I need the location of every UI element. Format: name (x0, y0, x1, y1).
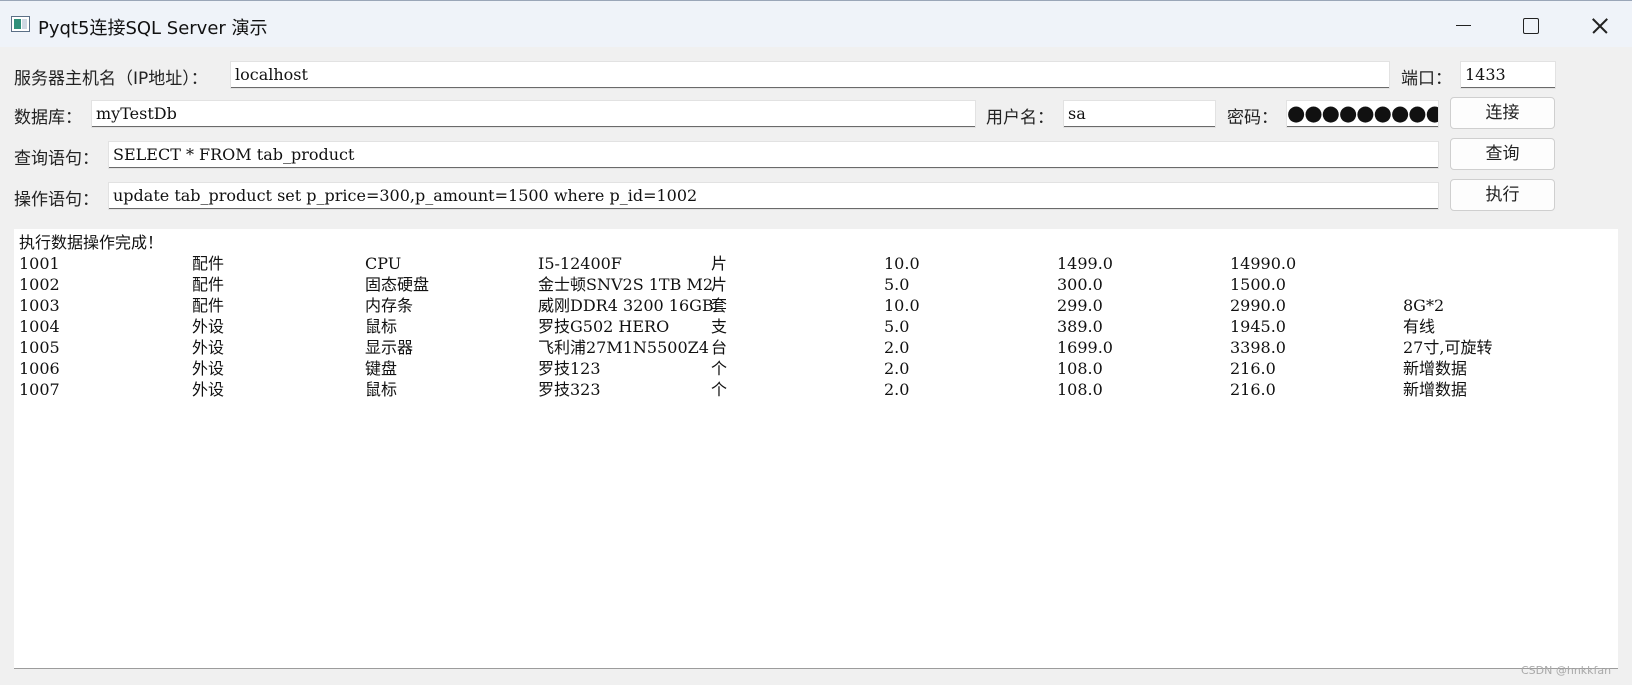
result-cell: 108.0 (1057, 359, 1103, 378)
result-cell: 1006 (19, 359, 60, 378)
result-row: 1003 配件 内存条 威刚DDR4 3200 16GB 套 10.0 299.0 2990.… (19, 295, 1618, 316)
result-cell: 2.0 (884, 380, 910, 399)
result-cell: 台 (711, 338, 728, 357)
result-cell: 1002 (19, 275, 60, 294)
query-input[interactable]: SELECT * FROM tab_product (109, 142, 1438, 168)
result-cell: 2.0 (884, 338, 910, 357)
database-label: 数据库： (14, 108, 82, 128)
result-cell: 1007 (19, 380, 60, 399)
result-row: 1006 外设 键盘 罗技123 个 2.0 108.0 216.0 新增数据 (19, 358, 1618, 379)
port-label: 端口： (1401, 69, 1452, 89)
window-title: Pyqt5连接SQL Server 演示 (38, 18, 268, 39)
result-cell: CPU (365, 254, 402, 273)
result-row: 1002 配件 固态硬盘 金士顿SNV2S 1TB M2 片 5.0 300.0 1500.0 (19, 274, 1618, 295)
result-cell: 罗技G502 HERO (538, 317, 670, 336)
result-row: 1005 外设 显示器 飞利浦27M1N5500Z4 台 2.0 1699.0 3398.0 2… (19, 337, 1618, 358)
result-cell: 有线 (1403, 317, 1436, 336)
result-cell: 1699.0 (1057, 338, 1113, 357)
result-cell: 罗技323 (538, 380, 601, 399)
result-cell: 1005 (19, 338, 60, 357)
result-cell: 300.0 (1057, 275, 1103, 294)
result-cell: 固态硬盘 (365, 275, 430, 294)
minimize-icon[interactable] (1430, 1, 1496, 48)
result-cell: 个 (711, 380, 728, 399)
result-cell: 10.0 (884, 296, 920, 315)
app-icon (11, 16, 30, 32)
result-cell: 内存条 (365, 296, 414, 315)
result-cell: 216.0 (1230, 380, 1276, 399)
result-row: 1001 配件 CPU I5-12400F 片 10.0 1499.0 14990.0 (19, 253, 1618, 274)
result-cell: 1004 (19, 317, 60, 336)
result-cell: 2.0 (884, 359, 910, 378)
result-cell: 216.0 (1230, 359, 1276, 378)
result-cell: 金士顿SNV2S 1TB M2 (538, 275, 714, 294)
app-window: Pyqt5连接SQL Server 演示 服务器主机名（IP地址）： local… (0, 0, 1632, 685)
result-cell: 配件 (192, 296, 225, 315)
result-cell: 5.0 (884, 317, 910, 336)
exec-input[interactable]: update tab_product set p_price=300,p_amo… (109, 183, 1438, 209)
result-cell: 新增数据 (1403, 359, 1468, 378)
execute-button[interactable]: 执行 (1450, 179, 1555, 211)
status-message: 执行数据操作完成！ (19, 233, 164, 252)
result-cell: 外设 (192, 317, 225, 336)
result-cell: 389.0 (1057, 317, 1103, 336)
host-input[interactable]: localhost (231, 62, 1389, 88)
close-icon[interactable] (1566, 1, 1632, 48)
result-cell: 1499.0 (1057, 254, 1113, 273)
result-cell: 配件 (192, 275, 225, 294)
query-label: 查询语句： (14, 149, 99, 169)
result-cell: 299.0 (1057, 296, 1103, 315)
result-cell: 10.0 (884, 254, 920, 273)
result-cell: 2990.0 (1230, 296, 1286, 315)
username-input[interactable]: sa (1064, 101, 1215, 127)
password-input[interactable]: ●●●●●●●●● (1287, 101, 1438, 127)
result-cell: 外设 (192, 359, 225, 378)
result-cell: 配件 (192, 254, 225, 273)
result-cell: 1003 (19, 296, 60, 315)
query-button[interactable]: 查询 (1450, 138, 1555, 170)
result-cell: 1945.0 (1230, 317, 1286, 336)
result-cell: 鼠标 (365, 317, 398, 336)
result-cell: 威刚DDR4 3200 16GB (538, 296, 714, 315)
port-input[interactable]: 1433 (1461, 62, 1555, 88)
maximize-icon[interactable] (1497, 1, 1563, 48)
result-cell: 5.0 (884, 275, 910, 294)
result-cell: 显示器 (365, 338, 414, 357)
result-cell: 片 (711, 254, 728, 273)
title-bar[interactable]: Pyqt5连接SQL Server 演示 (0, 0, 1632, 47)
exec-label: 操作语句： (14, 190, 99, 210)
database-input[interactable]: myTestDb (92, 101, 975, 127)
result-cell: 外设 (192, 338, 225, 357)
password-label: 密码： (1227, 108, 1278, 128)
result-cell: 个 (711, 359, 728, 378)
username-label: 用户名： (986, 108, 1054, 128)
result-cell: 片 (711, 275, 728, 294)
result-rows: 1001 配件 CPU I5-12400F 片 10.0 1499.0 14990.0 1002… (19, 253, 1618, 400)
result-row: 1004 外设 鼠标 罗技G502 HERO 支 5.0 389.0 1945.0 有线 (19, 316, 1618, 337)
result-row: 1007 外设 鼠标 罗技323 个 2.0 108.0 216.0 新增数据 (19, 379, 1618, 400)
result-cell: 外设 (192, 380, 225, 399)
result-cell: 罗技123 (538, 359, 601, 378)
result-cell: 3398.0 (1230, 338, 1286, 357)
result-cell: 套 (711, 296, 728, 315)
result-cell: 8G*2 (1403, 296, 1445, 315)
result-cell: 27寸,可旋转 (1403, 338, 1493, 357)
result-cell: 1500.0 (1230, 275, 1286, 294)
result-cell: 新增数据 (1403, 380, 1468, 399)
result-cell: 支 (711, 317, 728, 336)
result-text-area[interactable]: 执行数据操作完成！ 1001 配件 CPU I5-12400F 片 10.0 1499.0 1… (14, 229, 1618, 669)
result-cell: 键盘 (365, 359, 398, 378)
watermark: CSDN @hnkkfan (1521, 664, 1612, 677)
result-cell: 108.0 (1057, 380, 1103, 399)
result-cell: 飞利浦27M1N5500Z4 (538, 338, 709, 357)
result-cell: 1001 (19, 254, 60, 273)
connect-button[interactable]: 连接 (1450, 97, 1555, 129)
host-label: 服务器主机名（IP地址）： (14, 69, 208, 89)
result-cell: I5-12400F (538, 254, 622, 273)
result-cell: 14990.0 (1230, 254, 1297, 273)
result-cell: 鼠标 (365, 380, 398, 399)
